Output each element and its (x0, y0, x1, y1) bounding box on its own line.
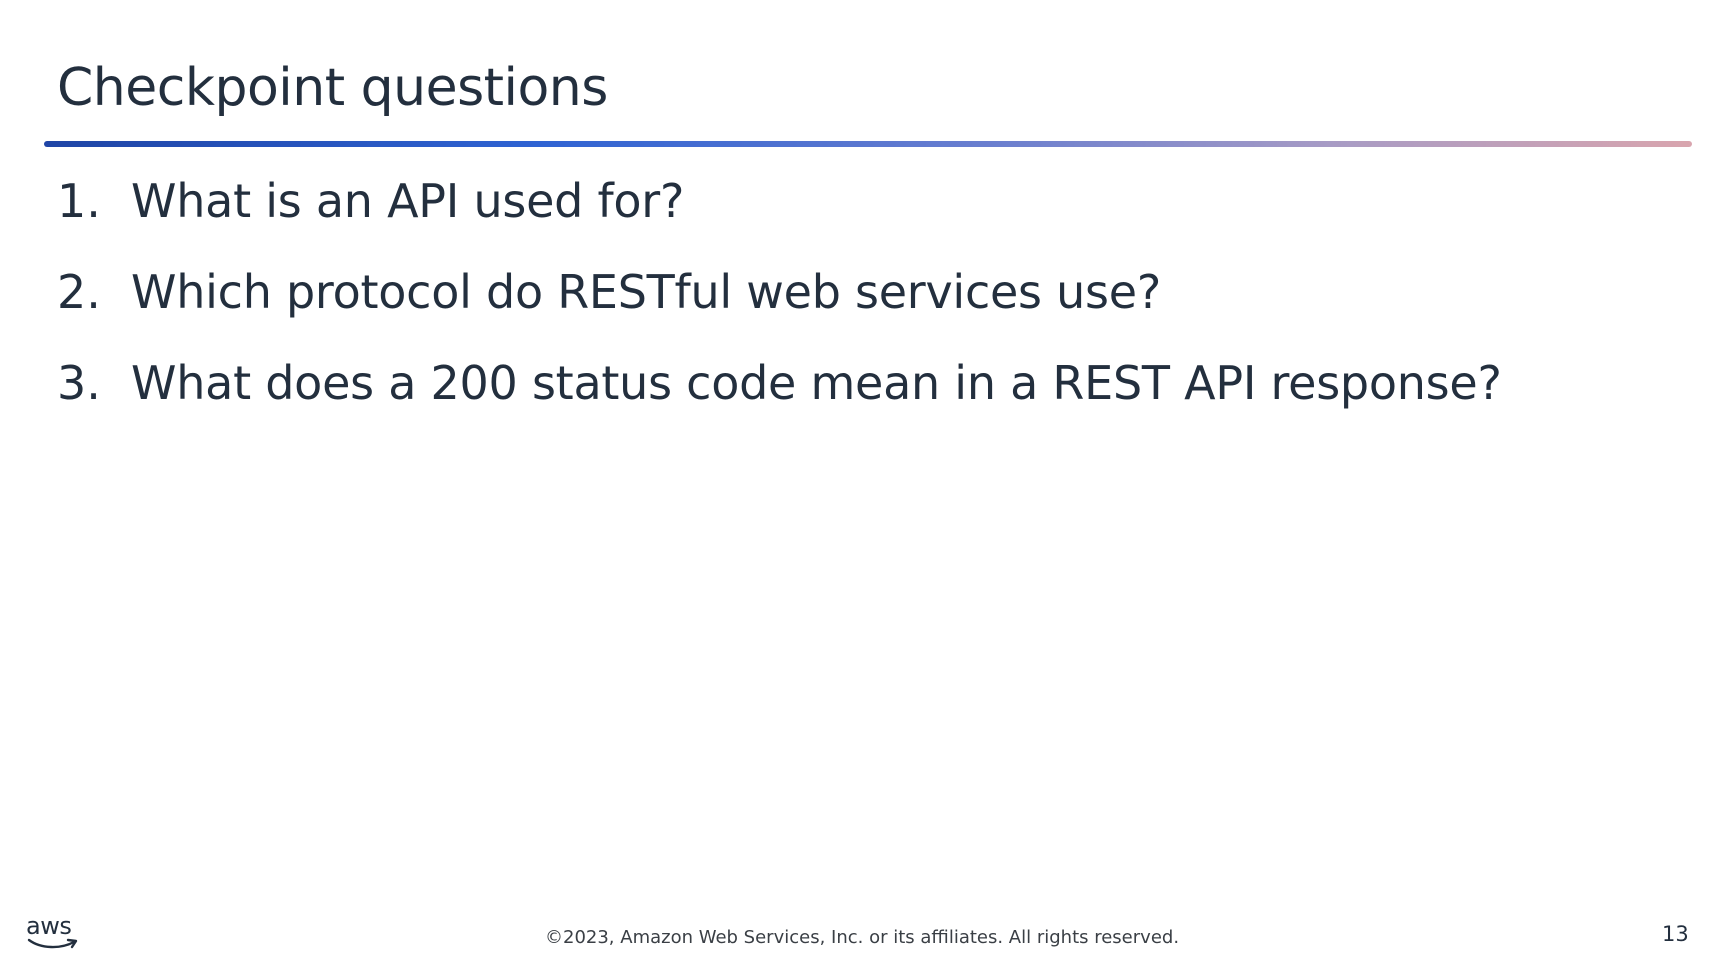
aws-logo-icon: aws (26, 912, 82, 952)
question-item-1: 1. What is an API used for? (57, 155, 1502, 246)
page-number: 13 (1662, 922, 1689, 946)
question-item-3: 3. What does a 200 status code mean in a… (57, 337, 1502, 428)
question-text-3: What does a 200 status code mean in a RE… (131, 355, 1502, 410)
aws-smile-icon (27, 938, 78, 949)
copyright-notice: ©2023, Amazon Web Services, Inc. or its … (545, 927, 1180, 948)
question-item-2: 2. Which protocol do RESTful web service… (57, 246, 1502, 337)
question-text-1: What is an API used for? (131, 173, 685, 228)
aws-logo-text: aws (26, 912, 72, 940)
title-divider (44, 141, 1692, 147)
question-number-3: 3. (57, 355, 101, 410)
question-number-1: 1. (57, 173, 101, 228)
checkpoint-question-list: 1. What is an API used for? 2. Which pro… (57, 155, 1502, 428)
question-text-2: Which protocol do RESTful web services u… (131, 264, 1161, 319)
slide-title: Checkpoint questions (57, 58, 608, 118)
question-number-2: 2. (57, 264, 101, 319)
